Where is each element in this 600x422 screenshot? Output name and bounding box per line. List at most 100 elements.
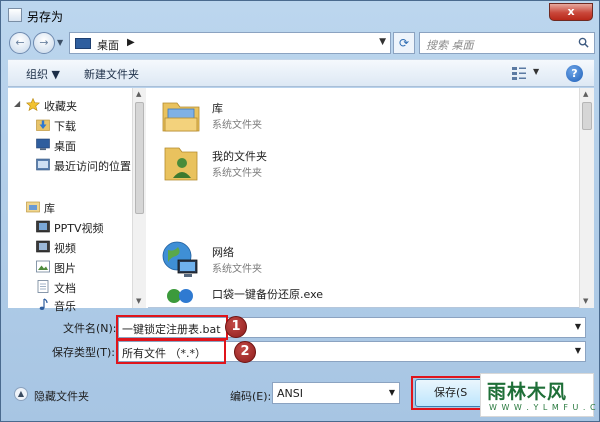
chevron-down-icon[interactable]: ▼ [575, 322, 581, 331]
title-bar: 另存为 x [1, 1, 599, 29]
recent-places-icon [36, 158, 50, 171]
file-name: 我的文件夹 [212, 150, 267, 163]
recent-pages-dropdown-icon[interactable]: ▼ [57, 38, 63, 47]
network-globe-icon [162, 241, 198, 277]
save-as-dialog: 另存为 x ← → ▼ 桌面 ▶ ▼ ⟳ 搜索 桌面 组织 ▼ 新建文件夹 ▼ … [0, 0, 600, 422]
video-folder-icon [36, 220, 50, 233]
scroll-up-icon[interactable]: ▲ [136, 90, 141, 98]
desktop-icon [75, 38, 91, 49]
file-item[interactable]: 网络 系统文件夹 [160, 238, 460, 282]
view-options-icon[interactable] [511, 66, 527, 80]
file-item[interactable]: 库 系统文件夹 [160, 94, 460, 138]
star-icon [26, 98, 40, 111]
address-path[interactable]: 桌面 [97, 37, 119, 53]
scroll-down-icon[interactable]: ▼ [583, 297, 588, 305]
scroll-down-icon[interactable]: ▼ [136, 297, 141, 305]
video-icon [36, 240, 50, 253]
callout-badge: 1 [225, 316, 247, 338]
encoding-select[interactable]: ANSI ▼ [272, 382, 400, 404]
navigation-pane: ◢ 收藏夹 下载 桌面 最近访问的位置 库 PPTV视频 视频 图片 文档 音乐… [8, 88, 148, 313]
nav-item-favorites[interactable]: ◢ 收藏夹 [8, 96, 132, 114]
nav-item-library[interactable]: 库 [8, 198, 132, 216]
file-name: 口袋一键备份还原.exe [212, 288, 324, 301]
bottom-bar: ▲ 隐藏文件夹 编码(E): ANSI ▼ 保存(S 雨林木风 W W W . … [8, 373, 600, 417]
nav-item-pictures[interactable]: 图片 [8, 258, 132, 276]
address-row: ← → ▼ 桌面 ▶ ▼ ⟳ 搜索 桌面 [7, 30, 595, 56]
watermark-text: 雨林木风 [487, 381, 568, 403]
help-button[interactable]: ? [566, 65, 583, 82]
encoding-value[interactable]: ANSI [277, 387, 303, 400]
file-type: 系统文件夹 [212, 120, 262, 131]
nav-item-documents[interactable]: 文档 [8, 278, 132, 296]
file-type: 系统文件夹 [212, 168, 262, 179]
new-folder-button[interactable]: 新建文件夹 [84, 66, 139, 82]
file-name: 库 [212, 102, 223, 115]
chevron-up-icon[interactable]: ▲ [14, 387, 28, 401]
file-item[interactable]: 我的文件夹 系统文件夹 [160, 142, 460, 186]
nav-item-label: PPTV视频 [54, 222, 104, 235]
nav-item-label: 视频 [54, 242, 76, 255]
library-icon [26, 201, 40, 213]
window-icon [8, 8, 22, 22]
nav-item-label: 桌面 [54, 140, 76, 153]
highlight-box [116, 339, 226, 364]
library-folder-icon [162, 102, 200, 132]
forward-button[interactable]: → [33, 32, 55, 54]
view-dropdown-icon[interactable]: ▼ [533, 67, 539, 76]
filename-label: 文件名(N): [63, 322, 117, 335]
filetype-label: 保存类型(T): [52, 346, 116, 359]
content-area: ◢ 收藏夹 下载 桌面 最近访问的位置 库 PPTV视频 视频 图片 文档 音乐… [8, 88, 594, 313]
highlight-box [116, 315, 228, 340]
nav-item-recent-places[interactable]: 最近访问的位置 [8, 156, 132, 174]
search-icon [578, 37, 589, 48]
music-icon [39, 298, 48, 310]
encoding-label: 编码(E): [230, 390, 272, 403]
collapse-arrow-icon[interactable]: ◢ [14, 99, 20, 108]
nav-item-videos[interactable]: 视频 [8, 238, 132, 256]
breadcrumb-separator[interactable]: ▶ [127, 37, 135, 48]
window-title: 另存为 [27, 10, 64, 24]
nav-item-downloads[interactable]: 下载 [8, 116, 132, 134]
scrollbar-thumb[interactable] [135, 102, 144, 214]
scroll-up-icon[interactable]: ▲ [583, 90, 588, 98]
file-type: 系统文件夹 [212, 264, 262, 275]
user-folder-icon [164, 147, 198, 181]
chevron-down-icon[interactable]: ▼ [575, 346, 581, 355]
hide-folders-label[interactable]: 隐藏文件夹 [34, 388, 89, 404]
nav-item-music[interactable]: 音乐 [8, 296, 132, 314]
nav-item-label: 最近访问的位置 [54, 160, 131, 173]
nav-item-label: 库 [44, 202, 55, 215]
desktop-icon [36, 138, 50, 151]
address-bar[interactable]: 桌面 ▶ ▼ [69, 32, 391, 54]
filename-row: 文件名(N): 一键锁定注册表.bat ▼ 1 [8, 315, 594, 340]
scrollbar-thumb[interactable] [582, 102, 592, 130]
chevron-down-icon[interactable]: ▼ [389, 388, 395, 397]
organize-menu[interactable]: 组织 ▼ [26, 66, 60, 82]
watermark-logo: 雨林木风 W W W . Y L M F U . C O M [480, 373, 600, 417]
file-list-scrollbar[interactable]: ▲ ▼ [579, 88, 594, 308]
nav-item-label: 下载 [54, 120, 76, 133]
download-folder-icon [36, 119, 50, 131]
nav-item-label: 收藏夹 [44, 100, 77, 113]
nav-item-label: 音乐 [54, 300, 76, 313]
file-list: 库 系统文件夹 我的文件夹 系统文件夹 网络 系统文件夹 口袋一键备份还原.ex… [148, 88, 594, 308]
nav-item-desktop[interactable]: 桌面 [8, 136, 132, 154]
close-button[interactable]: x [549, 3, 593, 21]
watermark-url: W W W . Y L M F U . C O M [489, 403, 600, 412]
search-input[interactable]: 搜索 桌面 [419, 32, 595, 54]
nav-item-label: 文档 [54, 282, 76, 295]
chevron-down-icon[interactable]: ▼ [379, 37, 386, 47]
callout-badge: 2 [234, 341, 256, 363]
file-item[interactable]: 口袋一键备份还原.exe [160, 284, 460, 308]
search-placeholder: 搜索 桌面 [426, 39, 474, 52]
nav-item-pptv-video[interactable]: PPTV视频 [8, 218, 132, 236]
save-button[interactable]: 保存(S [415, 379, 485, 407]
nav-pane-scrollbar[interactable]: ▲ ▼ [132, 88, 146, 308]
command-toolbar: 组织 ▼ 新建文件夹 ▼ ? [8, 59, 594, 87]
refresh-button[interactable]: ⟳ [393, 32, 415, 54]
pictures-icon [36, 260, 50, 273]
documents-icon [37, 280, 49, 293]
exe-app-icon [167, 289, 193, 303]
back-button[interactable]: ← [9, 32, 31, 54]
nav-item-label: 图片 [54, 262, 76, 275]
